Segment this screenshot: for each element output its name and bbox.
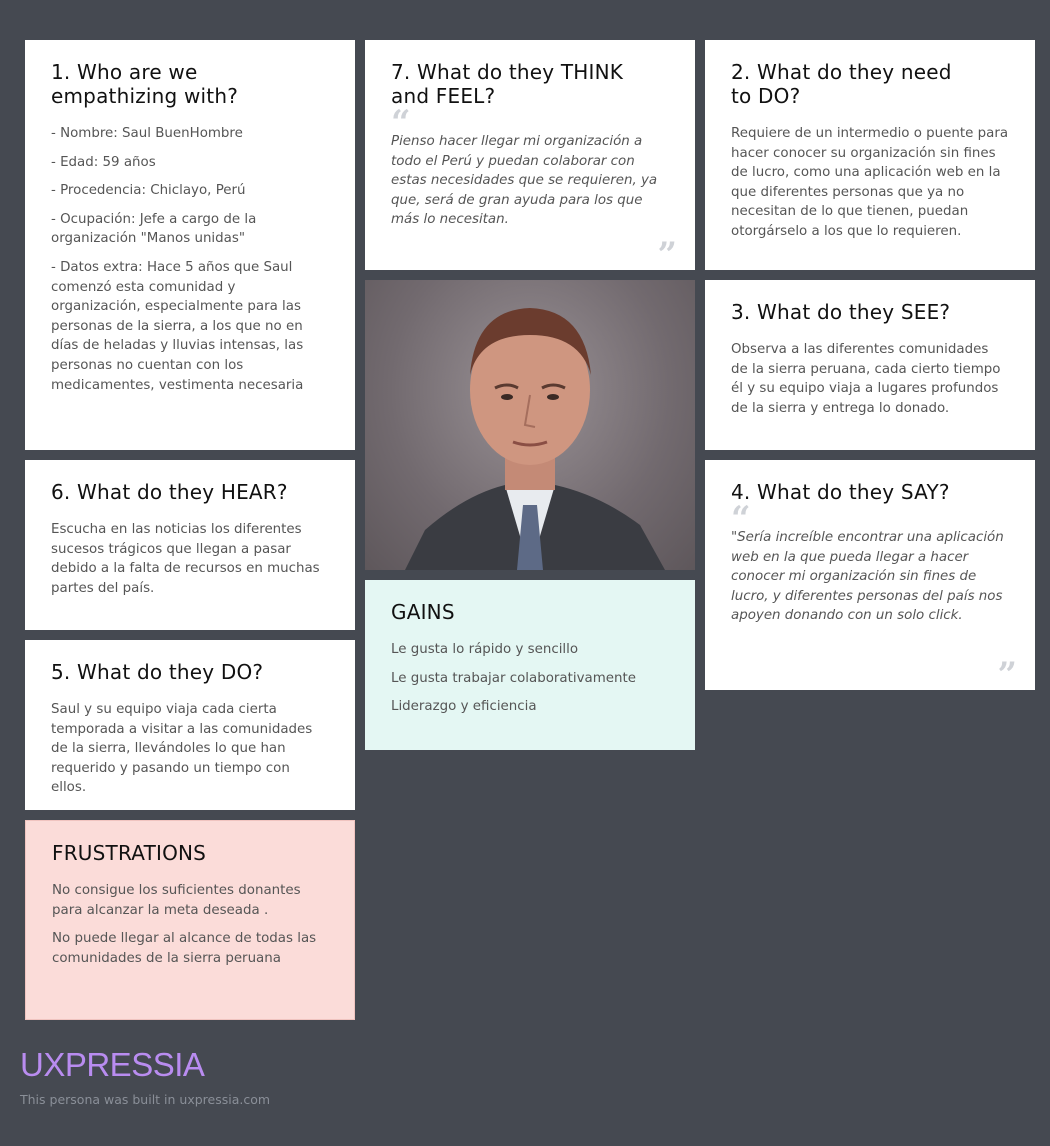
do-card: 5. What do they DO? Saul y su equipo via… bbox=[25, 640, 355, 810]
who-item: - Procedencia: Chiclayo, Perú bbox=[51, 183, 246, 199]
quote-close-icon: ” bbox=[997, 655, 1017, 695]
say-card: 4. What do they SAY? “ "Sería increíble … bbox=[705, 460, 1035, 695]
gains-item: Liderazgo y eficiencia bbox=[391, 699, 537, 715]
frustrations-card: FRUSTRATIONS No consigue los suficientes… bbox=[25, 820, 355, 1020]
do-text: Saul y su equipo viaja cada cierta tempo… bbox=[51, 702, 313, 796]
who-item: - Edad: 59 años bbox=[51, 154, 156, 170]
uxpressia-logo[interactable]: UXPRESSIA bbox=[20, 1046, 205, 1084]
gains-card: GAINS Le gusta lo rápido y sencillo Le g… bbox=[365, 580, 695, 750]
say-title: 4. What do they SAY? bbox=[731, 480, 950, 504]
think-feel-card: 7. What do they THINK and FEEL? “ Pienso… bbox=[365, 40, 695, 275]
quote-open-icon: “ bbox=[731, 499, 751, 539]
frustrations-item: No consigue los suficientes donantes par… bbox=[52, 883, 301, 918]
think-feel-title: 7. What do they THINK and FEEL? bbox=[391, 60, 624, 108]
say-text: "Sería increíble encontrar una aplicació… bbox=[731, 530, 1004, 624]
who-card: 1. Who are we empathizing with? - Nombre… bbox=[25, 40, 355, 450]
who-title: 1. Who are we empathizing with? bbox=[51, 60, 239, 108]
need-do-text: Requiere de un intermedio o puente para … bbox=[731, 126, 1009, 239]
frustrations-title: FRUSTRATIONS bbox=[52, 841, 207, 865]
hear-title: 6. What do they HEAR? bbox=[51, 480, 288, 504]
do-title: 5. What do they DO? bbox=[51, 660, 264, 684]
gains-item: Le gusta trabajar colaborativamente bbox=[391, 670, 636, 686]
footer-note: This persona was built in uxpressia.com bbox=[20, 1092, 271, 1107]
need-do-title: 2. What do they need to DO? bbox=[731, 60, 952, 108]
need-do-card: 2. What do they need to DO? Requiere de … bbox=[705, 40, 1035, 270]
who-item: - Ocupación: Jefe a cargo de la organiza… bbox=[51, 211, 257, 247]
see-text: Observa a las diferentes comunidades de … bbox=[731, 342, 1001, 416]
who-item: - Nombre: Saul BuenHombre bbox=[51, 126, 243, 141]
gains-item: Le gusta lo rápido y sencillo bbox=[391, 642, 579, 657]
hear-card: 6. What do they HEAR? Escucha en las not… bbox=[25, 460, 355, 630]
gains-title: GAINS bbox=[391, 600, 455, 624]
frustrations-item: No puede llegar al alcance de todas las … bbox=[52, 931, 317, 966]
persona-photo bbox=[365, 280, 695, 570]
hear-text: Escucha en las noticias los diferentes s… bbox=[51, 522, 320, 596]
see-title: 3. What do they SEE? bbox=[731, 300, 951, 324]
who-item: - Datos extra: Hace 5 años que Saul come… bbox=[51, 259, 304, 393]
quote-open-icon: “ bbox=[391, 103, 411, 143]
think-feel-text: Pienso hacer llegar mi organización a to… bbox=[391, 134, 658, 228]
quote-close-icon: ” bbox=[657, 235, 677, 275]
persona-portrait-image bbox=[405, 308, 665, 570]
see-card: 3. What do they SEE? Observa a las difer… bbox=[705, 280, 1035, 450]
